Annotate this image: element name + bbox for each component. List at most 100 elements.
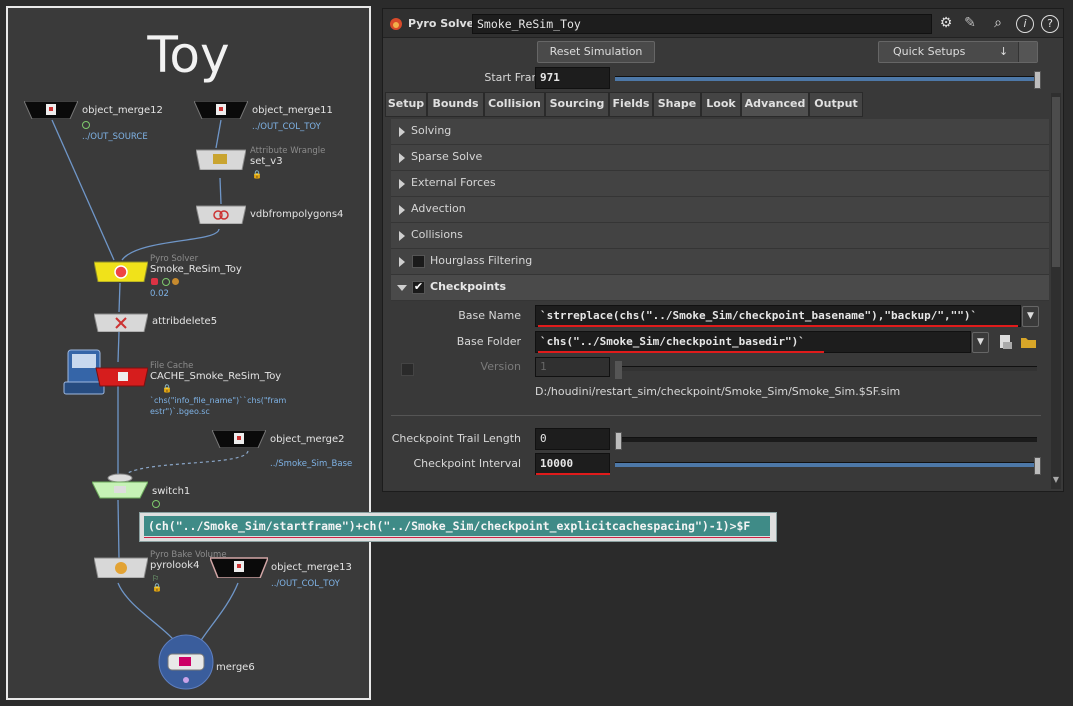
base-folder-field[interactable]: `chs("../Smoke_Sim/checkpoint_basedir")` — [535, 331, 971, 353]
section-solving[interactable]: Solving — [391, 119, 1049, 145]
base-name-label: Base Name — [458, 309, 521, 322]
file-chooser-icon[interactable] — [998, 334, 1014, 350]
node-label: Smoke_ReSim_Toy — [150, 264, 242, 275]
expand-arrow-icon — [399, 231, 405, 241]
tab-output[interactable]: Output — [809, 92, 863, 117]
base-name-menu-chevron-down-icon[interactable]: ▼ — [1022, 306, 1039, 327]
node-name-field[interactable]: Smoke_ReSim_Toy — [472, 14, 932, 34]
version-field: 1 — [535, 357, 610, 377]
node-label: object_merge12 — [82, 105, 163, 116]
checkpoints-checkbox-checked-icon[interactable]: ✔ — [412, 281, 425, 294]
reset-simulation-button[interactable]: Reset Simulation — [537, 41, 655, 63]
version-label: Version — [480, 360, 521, 373]
search-icon[interactable]: ⌕ — [989, 15, 1007, 31]
section-sparse-solve[interactable]: Sparse Solve — [391, 145, 1049, 171]
expand-arrow-icon — [399, 179, 405, 189]
section-collisions[interactable]: Collisions — [391, 223, 1049, 249]
wrangle-node-icon — [196, 149, 246, 170]
section-checkpoints[interactable]: ✔ Checkpoints — [391, 275, 1049, 301]
expression-text[interactable]: (ch("../Smoke_Sim/startframe")+ch("../Sm… — [144, 516, 770, 536]
scroll-down-icon[interactable]: ▼ — [1052, 475, 1060, 484]
slider-fill — [615, 77, 1037, 81]
attribdelete-node-icon — [94, 313, 148, 332]
brush-icon[interactable]: ✎ — [961, 15, 979, 31]
section-hourglass-filtering[interactable]: Hourglass Filtering — [391, 249, 1049, 275]
node-type-label: Attribute Wrangle — [250, 146, 326, 156]
expand-arrow-icon — [399, 205, 405, 215]
interval-field[interactable]: 10000 — [535, 453, 610, 475]
start-frame-slider[interactable] — [615, 71, 1041, 89]
warning-flag-icon — [172, 278, 179, 285]
hourglass-filtering-checkbox[interactable] — [412, 255, 425, 268]
node-label: merge6 — [216, 662, 255, 673]
wire-pyro-attribdel — [118, 282, 121, 313]
interval-slider[interactable] — [615, 457, 1041, 475]
network-editor[interactable]: Toy object_merge12 ../OUT_SOURCE object_… — [6, 6, 371, 700]
quick-setups-dropdown[interactable]: Quick Setups ↓ — [878, 41, 1038, 63]
object-merge-node-icon — [212, 430, 266, 448]
slider-handle[interactable] — [1034, 457, 1041, 475]
base-folder-error-underline — [538, 351, 824, 353]
section-label: Sparse Solve — [411, 150, 483, 163]
bypass-flag-icon — [151, 278, 158, 285]
start-frame-field[interactable]: 971 — [535, 67, 610, 89]
trail-length-field[interactable]: 0 — [535, 428, 610, 450]
divider — [391, 415, 1041, 416]
wire-om2-switch — [125, 450, 249, 475]
node-label: object_merge13 — [271, 562, 352, 573]
node-param-hint: ../Smoke_Sim_Base — [270, 459, 353, 469]
file-cache-node-icon — [63, 349, 148, 395]
gear-icon[interactable]: ⚙ — [937, 15, 955, 31]
slider-handle[interactable] — [1034, 71, 1041, 89]
interval-label: Checkpoint Interval — [413, 457, 521, 470]
section-advection[interactable]: Advection — [391, 197, 1049, 223]
tab-advanced[interactable]: Advanced — [741, 92, 809, 117]
tab-sourcing[interactable]: Sourcing — [545, 92, 609, 117]
flag-icons: ⚐🔒 — [152, 574, 162, 592]
node-label: attribdelete5 — [152, 316, 218, 327]
switch-node-icon — [92, 473, 148, 499]
base-name-field[interactable]: `strreplace(chs("../Smoke_Sim/checkpoint… — [535, 305, 1021, 327]
node-param-hint: 0.02 — [150, 289, 169, 299]
quick-setups-label: Quick Setups — [893, 45, 966, 58]
info-icon[interactable]: i — [1016, 15, 1034, 33]
node-type-label: File Cache — [150, 361, 194, 371]
folder-icon[interactable] — [1020, 335, 1037, 349]
wire-om11-setv3 — [215, 119, 222, 149]
expand-arrow-icon — [399, 127, 405, 137]
base-name-error-underline — [538, 325, 1018, 327]
lock-icon: 🔒 — [162, 384, 172, 393]
tab-bounds[interactable]: Bounds — [427, 92, 484, 117]
base-folder-menu-chevron-down-icon[interactable]: ▼ — [972, 332, 989, 353]
scrollbar[interactable]: ▼ — [1051, 93, 1061, 489]
interval-error-underline — [536, 473, 610, 475]
scrollbar-thumb[interactable] — [1052, 97, 1060, 267]
node-label: object_merge11 — [252, 105, 333, 116]
start-frame-label: Start Frame — [484, 71, 549, 84]
wire-setv3-vdb — [219, 177, 222, 205]
section-label: Advection — [411, 202, 466, 215]
object-merge-node-icon — [24, 101, 78, 119]
help-icon[interactable]: ? — [1041, 15, 1059, 33]
slider-fill — [615, 463, 1037, 467]
quick-setups-menu-button[interactable] — [1018, 42, 1037, 62]
node-type-label: Pyro Solver — [408, 17, 480, 30]
pyro-solver-node-icon — [94, 261, 148, 282]
section-label: Checkpoints — [430, 280, 507, 293]
merge-node-icon — [158, 634, 214, 690]
pyro-bake-node-icon — [94, 557, 148, 578]
tab-shape[interactable]: Shape — [653, 92, 701, 117]
tab-fields[interactable]: Fields — [609, 92, 653, 117]
collapse-arrow-icon — [397, 285, 407, 291]
tab-look[interactable]: Look — [701, 92, 741, 117]
section-external-forces[interactable]: External Forces — [391, 171, 1049, 197]
object-merge-node-icon — [194, 101, 248, 119]
tab-collision[interactable]: Collision — [484, 92, 545, 117]
node-type-label: Pyro Solver — [150, 254, 199, 264]
trail-length-label: Checkpoint Trail Length — [391, 432, 521, 445]
tab-setup[interactable]: Setup — [385, 92, 427, 117]
display-flag-dot — [152, 500, 160, 508]
trail-length-slider[interactable] — [615, 432, 1037, 450]
slider-handle[interactable] — [615, 432, 622, 450]
node-label: pyrolook4 — [150, 560, 200, 571]
